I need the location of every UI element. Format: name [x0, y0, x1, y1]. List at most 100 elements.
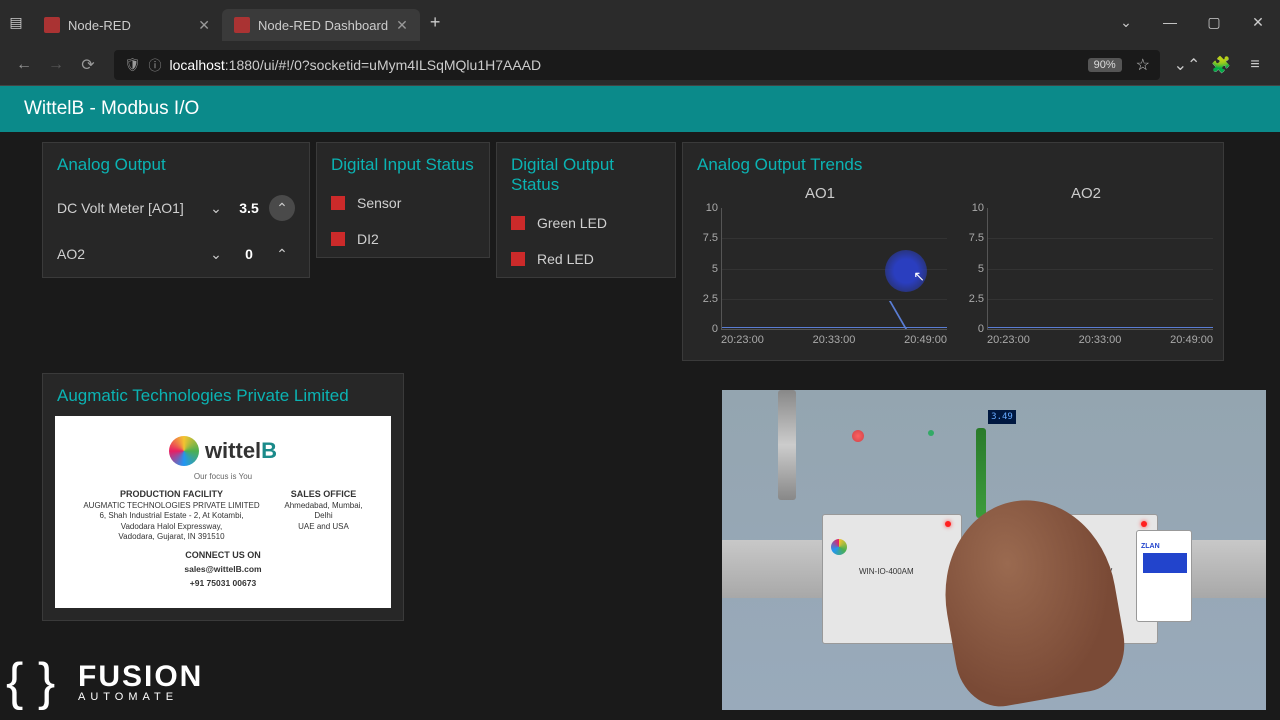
card-title: Augmatic Technologies Private Limited — [43, 374, 403, 416]
x-axis-labels: 20:23:00 20:33:00 20:49:00 — [721, 334, 947, 346]
brand-name: wittelB — [205, 438, 277, 464]
ao-value: 3.5 — [235, 200, 263, 216]
chart-line — [988, 327, 1213, 328]
do-label: Green LED — [537, 215, 607, 231]
contact-email: sales@wittelB.com — [184, 564, 261, 574]
ao-value: 0 — [235, 246, 263, 262]
di-label: DI2 — [357, 231, 379, 247]
chart-ao1: AO1 10 7.5 5 2.5 0 ↖ — [693, 185, 947, 346]
watermark-title: FUSION — [78, 662, 203, 692]
card-title: Analog Output Trends — [683, 143, 1223, 185]
bookmark-icon[interactable]: ☆ — [1136, 55, 1150, 75]
logo-icon — [169, 436, 199, 466]
di-label: Sensor — [357, 195, 401, 211]
extensions-icon[interactable]: 🧩 — [1206, 50, 1236, 80]
chevron-down-icon[interactable]: ⌄ — [203, 241, 229, 267]
connect-label: CONNECT US ON — [185, 550, 261, 560]
tab-label: Node-RED — [68, 18, 131, 33]
ao-label: AO2 — [57, 246, 203, 262]
led-icon — [331, 196, 345, 210]
led-icon — [1141, 521, 1147, 527]
url-text: localhost:1880/ui/#!/0?socketid=uMym4ILS… — [170, 57, 542, 73]
browser-tab-bar: ▤ Node-RED ✕ Node-RED Dashboard ✕ + ⌄ — … — [0, 0, 1280, 44]
prod-head: PRODUCTION FACILITY — [83, 489, 259, 499]
y-axis-labels: 10 7.5 5 2.5 0 — [960, 202, 984, 335]
contact-phone: +91 75031 00673 — [190, 578, 256, 588]
new-tab-button[interactable]: + — [420, 12, 451, 33]
back-button[interactable]: ← — [10, 51, 38, 79]
ao-row-1: DC Volt Meter [AO1] ⌄ 3.5 ⌃ — [43, 185, 309, 231]
company-card-image: wittelB Our focus is You PRODUCTION FACI… — [55, 416, 391, 608]
card-do-status: Digital Output Status Green LED Red LED — [496, 142, 676, 278]
logo-icon — [831, 539, 847, 555]
card-title: Digital Input Status — [317, 143, 489, 185]
tab-dashboard[interactable]: Node-RED Dashboard ✕ — [222, 9, 420, 41]
chart-title: AO1 — [693, 185, 947, 202]
forward-button[interactable]: → — [42, 51, 70, 79]
module-label: WIN-IO-400AM — [859, 567, 914, 576]
chevron-up-icon[interactable]: ⌃ — [269, 195, 295, 221]
ao-label: DC Volt Meter [AO1] — [57, 200, 203, 216]
watermark-subtitle: AUTOMATE — [78, 692, 203, 703]
shield-icon[interactable]: 🛡 — [124, 57, 141, 73]
watermark-icon: { } — [6, 650, 70, 714]
led-icon — [511, 216, 525, 230]
probe-icon — [778, 390, 796, 500]
url-toolbar: ← → ⟳ 🛡 ⓘ localhost:1880/ui/#!/0?socketi… — [0, 44, 1280, 86]
chart-title: AO2 — [959, 185, 1213, 202]
chevron-down-icon[interactable]: ⌄ — [203, 195, 229, 221]
di-row: Sensor — [317, 185, 489, 221]
tagline: Our focus is You — [194, 472, 252, 481]
lcd-readout: 3.49 — [988, 410, 1016, 424]
close-icon[interactable]: ✕ — [396, 17, 408, 34]
close-icon[interactable]: ✕ — [198, 17, 210, 34]
card-company: Augmatic Technologies Private Limited wi… — [42, 373, 404, 621]
hardware-photo: 3.49 WIN-IO-400AM WIN-IO-4AOMV ZLAN — [722, 390, 1266, 710]
url-input[interactable]: 🛡 ⓘ localhost:1880/ui/#!/0?socketid=uMym… — [114, 50, 1160, 80]
minimize-button[interactable]: — — [1148, 0, 1192, 44]
do-row: Green LED — [497, 205, 675, 241]
prod-body: AUGMATIC TECHNOLOGIES PRIVATE LIMITED 6,… — [83, 501, 259, 543]
close-window-button[interactable]: ✕ — [1236, 0, 1280, 44]
zoom-badge[interactable]: 90% — [1088, 58, 1122, 72]
app-title-bar: WittelB - Modbus I/O — [0, 86, 1280, 132]
module-body — [1143, 553, 1187, 573]
ao-row-2: AO2 ⌄ 0 ⌃ — [43, 231, 309, 277]
cursor-icon: ↖ — [913, 268, 925, 285]
maximize-button[interactable]: ▢ — [1192, 0, 1236, 44]
gateway-module: ZLAN — [1136, 530, 1192, 622]
sales-head: SALES OFFICE — [284, 489, 362, 499]
lock-icon[interactable]: ⓘ — [149, 55, 162, 74]
led-icon — [331, 232, 345, 246]
di-row: DI2 — [317, 221, 489, 257]
screwdriver-icon — [976, 428, 986, 518]
card-title: Digital Output Status — [497, 143, 675, 205]
led-icon — [945, 521, 951, 527]
pocket-icon[interactable]: ⌄⌃ — [1172, 50, 1202, 80]
card-analog-output: Analog Output DC Volt Meter [AO1] ⌄ 3.5 … — [42, 142, 310, 278]
sidebar-toggle-icon[interactable]: ▤ — [0, 0, 32, 44]
chart-ao2: AO2 10 7.5 5 2.5 0 20:23:00 — [959, 185, 1213, 346]
app-title: WittelB - Modbus I/O — [24, 98, 199, 120]
chart-line — [897, 301, 917, 329]
tab-list-button[interactable]: ⌄ — [1104, 0, 1148, 44]
led-icon — [928, 430, 934, 436]
card-trends: Analog Output Trends AO1 10 7.5 5 2.5 0 — [682, 142, 1224, 361]
led-icon — [511, 252, 525, 266]
do-label: Red LED — [537, 251, 594, 267]
y-axis-labels: 10 7.5 5 2.5 0 — [694, 202, 718, 335]
do-row: Red LED — [497, 241, 675, 277]
card-title: Analog Output — [43, 143, 309, 185]
watermark: { } FUSION AUTOMATE — [6, 650, 203, 714]
menu-icon[interactable]: ≡ — [1240, 50, 1270, 80]
tab-favicon — [234, 17, 250, 33]
sales-body: Ahmedabad, Mumbai, Delhi UAE and USA — [284, 501, 362, 532]
tab-favicon — [44, 17, 60, 33]
chevron-up-icon[interactable]: ⌃ — [269, 241, 295, 267]
tab-node-red[interactable]: Node-RED ✕ — [32, 9, 222, 41]
led-glow — [852, 430, 864, 442]
reload-button[interactable]: ⟳ — [74, 51, 102, 79]
card-di-status: Digital Input Status Sensor DI2 — [316, 142, 490, 258]
tab-label: Node-RED Dashboard — [258, 18, 388, 33]
gateway-label: ZLAN — [1141, 543, 1160, 550]
